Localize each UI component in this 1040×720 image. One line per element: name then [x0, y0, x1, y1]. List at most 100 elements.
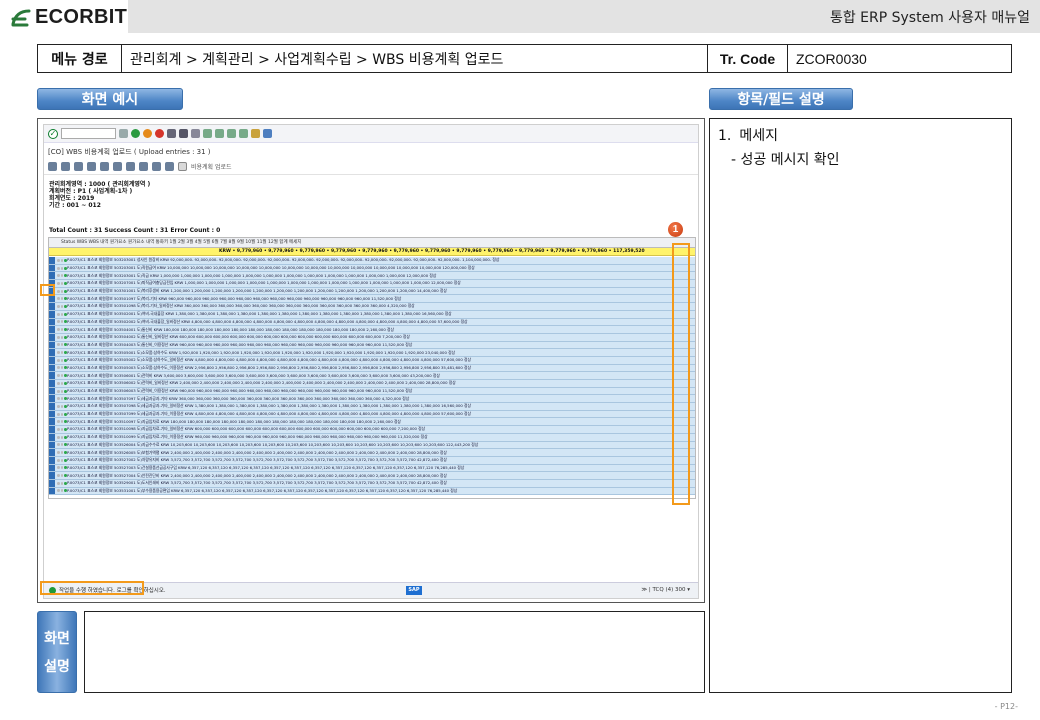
ecorbit-logo: ECORBIT — [10, 6, 127, 29]
layout-icon[interactable] — [152, 162, 161, 171]
page-number: - P12- — [994, 702, 1018, 711]
back-nav-icon[interactable] — [119, 129, 128, 138]
detail-icon[interactable] — [48, 162, 57, 171]
status-light-icon — [55, 458, 68, 462]
status-light-icon — [55, 351, 68, 355]
row-text: P.0073/C1 표스코 회원정보 503526004 도)지급수수료 KRW… — [67, 441, 479, 447]
status-light-icon — [55, 328, 68, 332]
row-text: P.0073/C1 표스코 회원정보 503501098 도)복리-기타_일비정… — [67, 303, 415, 309]
screen-description-label-line1: 화면 — [44, 631, 70, 647]
table-row[interactable]: P.0073/C1 표스코 회원정보 503506003 도)전력비_이용정산 … — [49, 387, 695, 396]
next-page-icon[interactable] — [227, 129, 236, 138]
table-row[interactable]: P.0073/C1 표스코 회원정보 503501098 도)복리-기타_일비정… — [49, 303, 695, 311]
table-row[interactable]: P.0073/C1 표스코 회원정보 503203001 성사인 원장비 KRW… — [49, 257, 695, 265]
status-light-icon — [55, 258, 68, 262]
table-row[interactable]: P.0073/C1 표스코 회원정보 503502002 도)여비-국내출장_일… — [49, 318, 695, 327]
table-row[interactable]: P.0073/C1 표스코 회원정보 503505003 도)소모품:상하수도_… — [49, 364, 695, 373]
sum-icon[interactable] — [100, 162, 109, 171]
row-text: P.0073/C1 표스코 회원정보 503527002 도)차량유지비 KRW… — [67, 457, 447, 463]
table-row[interactable]: P.0073/C1 표스코 회원정보 503506001 도)전력비 KRW 3… — [49, 372, 695, 380]
last-page-icon[interactable] — [239, 129, 248, 138]
back-icon[interactable] — [131, 129, 140, 138]
status-light-icon — [55, 466, 68, 470]
table-row[interactable]: P.0073/C1 표스코 회원정보 503510098 도)지급임차료-기타_… — [49, 426, 695, 434]
table-row[interactable]: P.0073/C1 표스코 회원정보 503510097 도)지급임차료 KRW… — [49, 418, 695, 427]
table-row[interactable]: P.0073/C1 표스코 회원정보 503504003 도)통신비_이용정산 … — [49, 341, 695, 350]
export-icon[interactable] — [139, 162, 148, 171]
status-light-icon — [55, 266, 68, 270]
sort-asc-icon[interactable] — [61, 162, 70, 171]
help-icon[interactable] — [263, 129, 272, 138]
status-light-icon — [55, 343, 68, 347]
row-text: P.0073/C1 표스코 회원정보 503507097 도)세금과공과-기타 … — [67, 395, 410, 401]
system-info[interactable]: ≫ | TCQ (4) 300 ▾ — [641, 587, 690, 593]
row-text: P.0073/C1 표스코 회원정보 503527003 도)건설용품선급공사구… — [67, 464, 465, 470]
status-light-icon — [55, 297, 68, 301]
row-text: P.0073/C1 표스코 회원정보 503529001 도)도서인쇄비 KRW… — [67, 480, 447, 486]
table-row[interactable]: P.0073/C1 표스코 회원정보 503301001 도)복리후생비 KRW… — [49, 287, 695, 296]
table-row[interactable]: P.0073/C1 표스코 회원정보 503207001 도)퇴직급여충당금전입… — [49, 280, 695, 288]
row-text: P.0073/C1 표스코 회원정보 503207001 도)퇴직급여충당금전입… — [67, 280, 461, 286]
table-row[interactable]: P.0073/C1 표스코 회원정보 503505001 도)소모품:상하수도 … — [49, 349, 695, 357]
field-item-detail: - 성공 메시지 확인 — [731, 152, 840, 168]
find-next-icon[interactable] — [191, 129, 200, 138]
cancel-icon[interactable] — [155, 129, 164, 138]
table-row[interactable]: P.0073/C1 표스코 회원정보 503529001 도)도서인쇄비 KRW… — [49, 479, 695, 488]
table-row[interactable]: P.0073/C1 표스코 회원정보 503527004 도)안전진단비 KRW… — [49, 472, 695, 480]
info-icon[interactable] — [165, 162, 174, 171]
row-text: P.0073/C1 표스코 회원정보 503527004 도)안전진단비 KRW… — [67, 472, 447, 478]
header-line: 관리회계영역 : 1000 ( 관리회계영역 ) — [49, 181, 151, 188]
filter-icon[interactable] — [87, 162, 96, 171]
table-row[interactable]: P.0073/C1 표스코 회원정보 503531001 도)부수용품용공편입 … — [49, 487, 695, 496]
sap-header-info: 관리회계영역 : 1000 ( 관리회계영역 ) 계획버전 : P1 ( 사업계… — [44, 175, 698, 227]
row-text: P.0073/C1 표스코 회원정보 503203001 성사인 원장비 KRW… — [67, 257, 500, 263]
row-text: P.0073/C1 표스코 회원정보 503507099 도)세금과공과-기타_… — [67, 411, 472, 417]
table-row[interactable]: P.0073/C1 표스코 회원정보 503526004 도)지급수수료 KRW… — [49, 441, 695, 450]
table-row[interactable]: P.0073/C1 표스코 회원정보 503510099 도)지급임차료-기타_… — [49, 433, 695, 442]
upload-result-grid: Status WBS WBS 내역 원가요소 원가요소 내역 통화키 1월 2월… — [48, 237, 696, 499]
tr-code-label: Tr. Code — [708, 45, 788, 72]
table-row[interactable]: P.0073/C1 표스코 회원정보 503504001 도)통신비 KRW 1… — [49, 326, 695, 334]
table-row[interactable]: P.0073/C1 표스코 회원정보 503203001 도)직급 KRW 1,… — [49, 272, 695, 281]
settings-icon[interactable] — [251, 129, 260, 138]
table-row[interactable]: P.0073/C1 표스코 회원정보 503502001 도)여비-국내출장 K… — [49, 310, 695, 319]
logo-area: ECORBIT — [0, 0, 128, 33]
table-row[interactable]: P.0073/C1 표스코 회원정보 503504002 도)통신비_일비정산 … — [49, 333, 695, 342]
row-text: P.0073/C1 표스코 회원정보 503506003 도)전력비_이용정산 … — [67, 388, 413, 394]
status-light-icon — [55, 389, 68, 393]
sap-system-toolbar: ✓ — [44, 125, 698, 143]
enter-icon[interactable]: ✓ — [48, 128, 58, 139]
upload-doc-icon[interactable] — [178, 162, 187, 171]
sort-desc-icon[interactable] — [74, 162, 83, 171]
table-row[interactable]: P.0073/C1 표스코 회원정보 503505002 도)소모품:상하수도_… — [49, 356, 695, 365]
upload-button-label[interactable]: 비용계획 업로드 — [191, 162, 232, 171]
table-row[interactable]: P.0073/C1 표스코 회원정보 503506002 도)전력비_일비정산 … — [49, 380, 695, 388]
status-light-icon — [55, 420, 68, 424]
print-icon[interactable] — [167, 129, 176, 138]
table-row[interactable]: P.0073/C1 표스코 회원정보 503526005 도)보험가액평 KRW… — [49, 449, 695, 457]
table-row[interactable]: P.0073/C1 표스코 회원정보 503507099 도)세금과공과-기타_… — [49, 410, 695, 419]
status-message-highlight — [40, 581, 144, 595]
table-row[interactable]: P.0073/C1 표스코 회원정보 503501097 도)복리-기타 KRW… — [49, 295, 695, 304]
table-row[interactable]: P.0073/C1 표스코 회원정보 503507098 도)세금과공과-기타_… — [49, 403, 695, 411]
table-row[interactable]: P.0073/C1 표스코 회원정보 503527003 도)건설용품선급공사구… — [49, 464, 695, 473]
row-text: P.0073/C1 표스코 회원정보 503526005 도)보험가액평 KRW… — [67, 449, 447, 455]
manual-title: 통합 ERP System 사용자 매뉴얼 — [829, 10, 1030, 26]
logo-text: ECORBIT — [35, 6, 128, 28]
find-icon[interactable] — [179, 129, 188, 138]
first-page-icon[interactable] — [203, 129, 212, 138]
sap-title: [CO] WBS 비용계획 업로드 ( Upload entries : 31 … — [48, 148, 211, 156]
command-field[interactable] — [61, 128, 116, 139]
menu-path-label: 메뉴 경로 — [38, 45, 122, 72]
table-row[interactable]: P.0073/C1 표스코 회원정보 503507097 도)세금과공과-기타 … — [49, 395, 695, 404]
top-bar: ECORBIT 통합 ERP System 사용자 매뉴얼 — [0, 0, 1040, 33]
table-row[interactable]: P.0073/C1 표스코 회원정보 503527002 도)차량유지비 KRW… — [49, 456, 695, 465]
status-light-icon — [55, 435, 68, 439]
table-row[interactable]: P.0073/C1 표스코 회원정보 503203001 도)직원급여 KRW … — [49, 264, 695, 273]
row-text: P.0073/C1 표스코 회원정보 503502002 도)여비-국내출장_일… — [67, 318, 468, 324]
prev-page-icon[interactable] — [215, 129, 224, 138]
exit-icon[interactable] — [143, 129, 152, 138]
status-light-icon — [55, 281, 68, 285]
subtotal-icon[interactable] — [113, 162, 122, 171]
print-preview-icon[interactable] — [126, 162, 135, 171]
